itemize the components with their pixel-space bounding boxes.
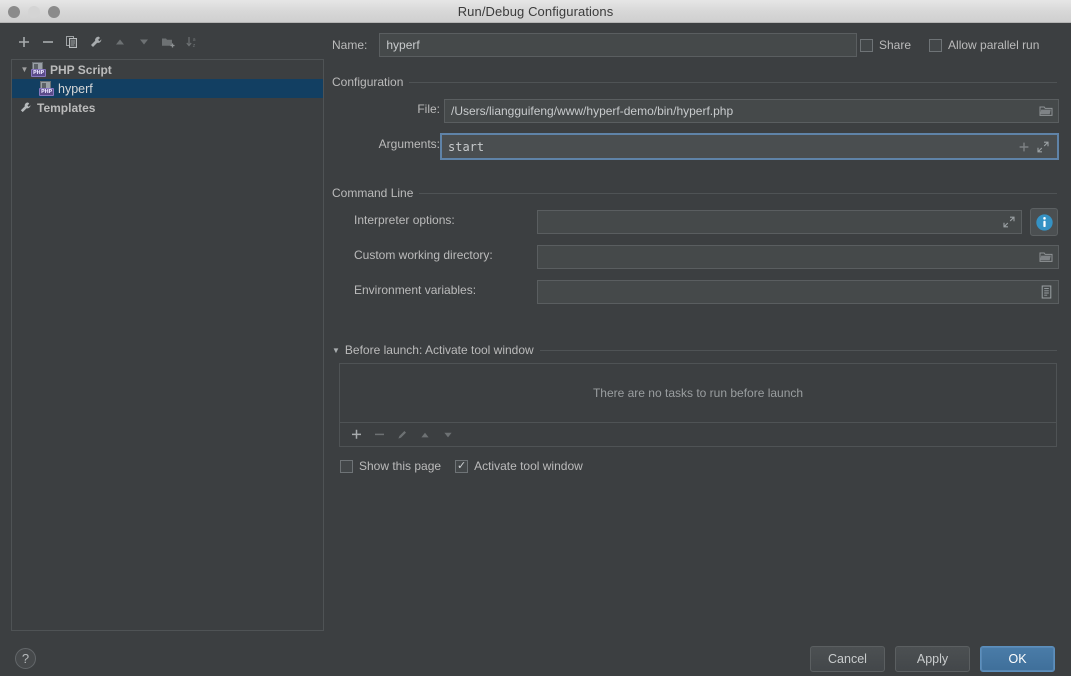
name-input-value: hyperf [386, 38, 420, 52]
before-launch-empty-message: There are no tasks to run before launch [592, 386, 804, 400]
apply-button[interactable]: Apply [895, 646, 970, 672]
tree-item-php-script[interactable]: PHP PHP Script [12, 60, 323, 79]
move-down-button[interactable] [133, 31, 155, 53]
checkbox-box: ✓ [455, 459, 469, 473]
interpreter-options-info-button[interactable] [1030, 208, 1058, 236]
help-button[interactable]: ? [15, 648, 36, 669]
cancel-button[interactable]: Cancel [810, 646, 885, 672]
copy-configuration-button[interactable] [61, 31, 83, 53]
custom-working-directory-label: Custom working directory: [354, 248, 493, 262]
php-script-icon: PHP [39, 81, 54, 96]
run-options: Share Allow parallel run [860, 38, 1039, 52]
environment-variables-row: Environment variables: [354, 283, 476, 297]
show-this-page-label: Show this page [359, 459, 442, 473]
before-launch-container: There are no tasks to run before launch [332, 343, 1057, 473]
folder-browse-icon[interactable] [1037, 102, 1055, 120]
interpreter-options-label: Interpreter options: [354, 213, 455, 227]
tree-item-label: Templates [37, 100, 96, 115]
tree-item-label: hyperf [58, 81, 93, 96]
new-folder-button[interactable] [157, 31, 179, 53]
interpreter-options-row: Interpreter options: [354, 213, 455, 227]
command-line-section-header: Command Line [332, 186, 1057, 200]
dialog-footer: ? Cancel Apply OK [0, 634, 1071, 676]
minimize-button[interactable] [28, 6, 40, 18]
environment-variables-input[interactable] [537, 280, 1059, 304]
arguments-input-value: start [448, 139, 485, 154]
move-task-up-button[interactable] [415, 425, 435, 445]
before-launch-options: Show this page ✓ Activate tool window [340, 459, 583, 473]
configurations-tree: PHP PHP Script PHP hyperf [12, 60, 323, 117]
allow-parallel-run-label: Allow parallel run [948, 38, 1040, 52]
window-title-bar: Run/Debug Configurations [0, 0, 1071, 23]
before-launch-toolbar [339, 423, 1057, 447]
share-label: Share [879, 38, 912, 52]
file-label: File: [417, 102, 440, 116]
remove-configuration-button[interactable] [37, 31, 59, 53]
section-divider [409, 81, 1057, 83]
move-up-button[interactable] [109, 31, 131, 53]
file-input-value: /Users/liangguifeng/www/hyperf-demo/bin/… [451, 104, 734, 118]
expand-editor-icon[interactable] [1034, 138, 1052, 156]
checkbox-box [929, 38, 943, 52]
name-row: Name: hyperf [332, 33, 858, 57]
expand-editor-icon[interactable] [1000, 213, 1018, 231]
add-task-button[interactable] [346, 425, 366, 445]
footer-buttons: Cancel Apply OK [810, 646, 1055, 672]
php-script-icon: PHP [31, 62, 46, 77]
name-label: Name: [332, 38, 368, 52]
activate-tool-window-checkbox[interactable]: ✓ Activate tool window [455, 459, 583, 473]
window-controls [8, 6, 60, 18]
move-task-down-button[interactable] [438, 425, 458, 445]
wrench-icon [18, 100, 33, 115]
environment-variables-label: Environment variables: [354, 283, 477, 297]
tree-item-templates[interactable]: Templates [12, 98, 323, 117]
configurations-toolbar: a z [13, 30, 203, 54]
allow-parallel-run-checkbox[interactable]: Allow parallel run [929, 38, 1039, 52]
edit-task-button[interactable] [392, 425, 412, 445]
tree-item-label: PHP Script [50, 62, 112, 77]
before-launch-task-list[interactable]: There are no tasks to run before launch [339, 363, 1057, 423]
run-debug-configurations-dialog: Run/Debug Configurations a z ▼ PHP PHP S… [0, 0, 1071, 676]
ok-button[interactable]: OK [980, 646, 1055, 672]
share-checkbox[interactable]: Share [860, 38, 911, 52]
activate-tool-window-label: Activate tool window [474, 459, 583, 473]
environment-list-icon[interactable] [1037, 283, 1055, 301]
zoom-button[interactable] [48, 6, 60, 18]
configuration-section-title: Configuration [332, 75, 404, 89]
section-divider [419, 192, 1057, 194]
configuration-section-header: Configuration [332, 75, 1057, 89]
show-this-page-checkbox[interactable]: Show this page [340, 459, 441, 473]
configurations-tree-panel[interactable]: PHP PHP Script PHP hyperf [11, 59, 324, 631]
dialog-body: a z PHP PHP Script PHP [0, 23, 1071, 676]
edit-templates-button[interactable] [85, 31, 107, 53]
configuration-editor-pane: Name: hyperf Share Allow parallel run Co… [332, 23, 1071, 676]
expand-collapse-icon[interactable] [18, 65, 31, 74]
arguments-label: Arguments: [378, 137, 440, 151]
command-line-section-title: Command Line [332, 186, 414, 200]
arguments-row: Arguments: [354, 137, 440, 151]
interpreter-options-input[interactable] [537, 210, 1022, 234]
remove-task-button[interactable] [369, 425, 389, 445]
window-title: Run/Debug Configurations [457, 3, 614, 19]
name-input[interactable]: hyperf [379, 33, 858, 57]
insert-macro-plus-icon[interactable] [1015, 138, 1033, 156]
tree-item-hyperf[interactable]: PHP hyperf [12, 79, 323, 98]
close-button[interactable] [8, 6, 20, 18]
folder-browse-icon[interactable] [1037, 248, 1055, 266]
checkbox-box [340, 459, 353, 473]
add-configuration-button[interactable] [13, 31, 35, 53]
file-row: File: [354, 102, 440, 116]
file-input[interactable]: /Users/liangguifeng/www/hyperf-demo/bin/… [444, 99, 1059, 123]
arguments-input[interactable]: start [440, 133, 1059, 160]
sort-configurations-button[interactable]: a z [181, 31, 203, 53]
custom-working-directory-input[interactable] [537, 245, 1059, 269]
info-icon [1035, 213, 1053, 231]
svg-text:z: z [193, 43, 196, 49]
checkbox-box [860, 38, 873, 52]
custom-working-directory-row: Custom working directory: [354, 248, 493, 262]
